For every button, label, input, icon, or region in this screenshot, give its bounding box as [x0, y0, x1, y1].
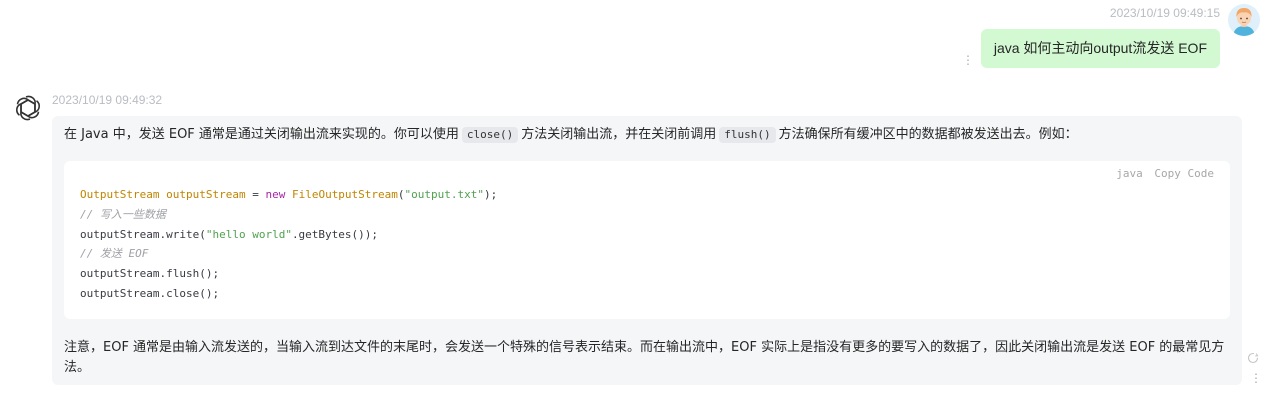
code-line: outputStream.flush();: [80, 264, 497, 284]
code-line: outputStream.close();: [80, 284, 497, 304]
assistant-message-timestamp: 2023/10/19 09:49:32: [52, 93, 163, 107]
code-token: FileOutputStream: [291, 188, 398, 201]
assistant-message-more-icon[interactable]: ⋮: [1250, 372, 1262, 384]
inline-code-close: close(): [461, 127, 519, 143]
intro-text-3: 方法确保所有缓冲区中的数据都被发送出去。例如：: [778, 127, 1078, 142]
code-token: // 发送 EOF: [80, 247, 149, 261]
user-message-timestamp: 2023/10/19 09:49:15: [1109, 6, 1220, 20]
code-line: OutputStream outputStream = new FileOutp…: [80, 185, 497, 205]
intro-text-2: 方法关闭输出流，并在关闭前调用: [521, 127, 717, 142]
inline-code-flush: flush(): [719, 127, 776, 143]
code-line: outputStream.write("hello world".getByte…: [80, 225, 497, 245]
chat-page: 2023/10/19 09:49:15 java 如何主动向output流发送 …: [0, 0, 1277, 402]
code-token: outputStream.close();: [80, 286, 220, 300]
assistant-intro-paragraph: 在 Java 中，发送 EOF 通常是通过关闭输出流来实现的。你可以使用 clos…: [64, 126, 1078, 144]
code-token: outputStream.write(: [80, 227, 206, 241]
code-language-label: java: [1116, 167, 1143, 180]
code-token: .getBytes());: [291, 227, 379, 241]
code-toolbar: java Copy Code: [1111, 167, 1214, 180]
code-token: outputStream.flush();: [80, 267, 220, 281]
user-message-bubble: java 如何主动向output流发送 EOF: [980, 29, 1220, 68]
code-token: "hello world": [205, 227, 292, 241]
openai-logo-icon: [13, 93, 43, 123]
refresh-icon[interactable]: [1247, 349, 1259, 364]
code-token: (: [397, 188, 405, 201]
intro-text-1: 在 Java 中，发送 EOF 通常是通过关闭输出流来实现的。你可以使用: [64, 127, 459, 142]
code-token: "output.txt": [404, 188, 485, 201]
code-block: java Copy Code OutputStream outputStream…: [64, 161, 1230, 319]
code-token: // 写入一些数据: [80, 207, 166, 221]
code-lines: OutputStream outputStream = new FileOutp…: [80, 185, 497, 304]
code-token: new: [265, 188, 286, 201]
copy-code-button[interactable]: Copy Code: [1154, 167, 1214, 180]
assistant-message-bubble: 在 Java 中，发送 EOF 通常是通过关闭输出流来实现的。你可以使用 clos…: [52, 116, 1242, 385]
code-line: // 写入一些数据: [80, 205, 497, 225]
code-line: // 发送 EOF: [80, 244, 497, 264]
code-token: =: [245, 188, 266, 201]
code-token: );: [484, 188, 498, 201]
user-message-more-icon[interactable]: ⋮: [962, 54, 974, 66]
code-token: OutputStream outputStream: [80, 188, 246, 201]
user-avatar-icon[interactable]: [1228, 4, 1260, 36]
assistant-outro-paragraph: 注意，EOF 通常是由输入流发送的，当输入流到达文件的末尾时，会发送一个特殊的信…: [64, 340, 1225, 375]
